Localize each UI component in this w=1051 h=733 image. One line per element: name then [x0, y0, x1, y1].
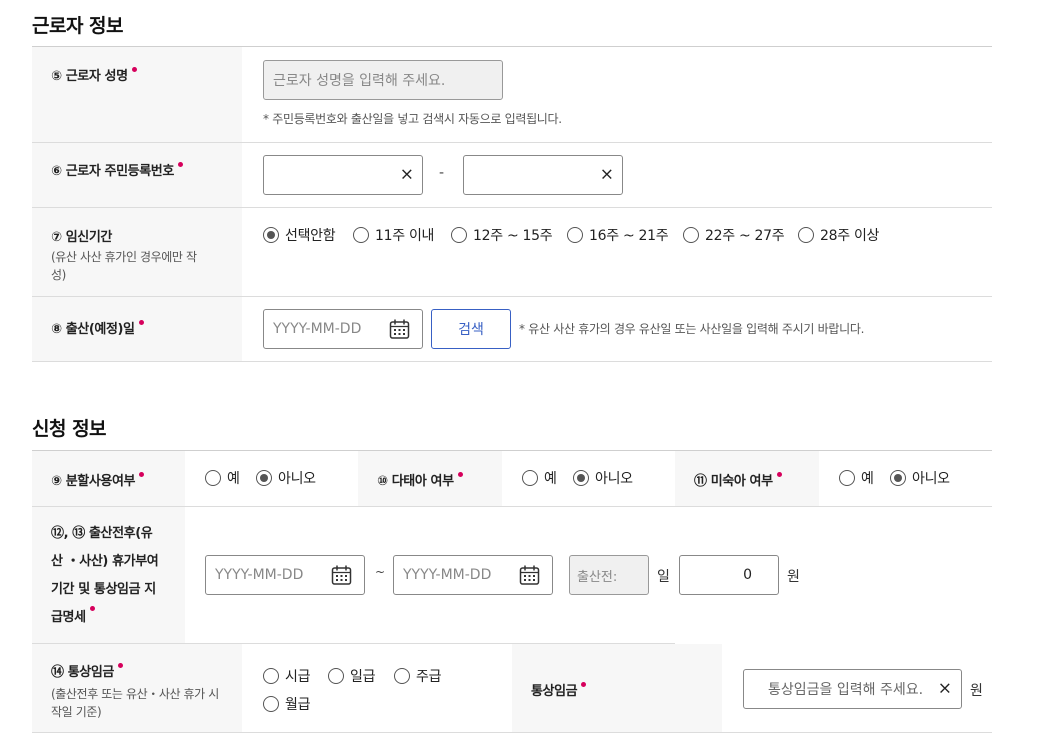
radio-pregnancy-under-11[interactable]: 11주 이내: [353, 225, 434, 245]
leave-period-label: ⑫, ⑬ 출산전후(유 산 ・사산) 휴가부여 기간 및 통상임금 지 급명세: [51, 526, 159, 625]
rrn-front-input[interactable]: ×: [263, 155, 423, 195]
worker-section-title: 근로자 정보: [32, 15, 124, 37]
due-date-input[interactable]: YYYY-MM-DD: [263, 309, 423, 349]
won-unit: 원: [970, 683, 983, 699]
radio-icon: [522, 470, 538, 486]
required-dot-icon: [138, 320, 144, 325]
application-section-title: 신청 정보: [32, 418, 107, 440]
radio-multiple-no[interactable]: 아니오: [573, 468, 633, 488]
worker-name-input[interactable]: 근로자 성명을 입력해 주세요.: [263, 60, 503, 100]
required-dot-icon: [117, 663, 123, 668]
rrn-label: ⑥ 근로자 주민등록번호: [51, 160, 183, 179]
worker-name-note: * 주민등록번호와 출산일을 넣고 검색시 자동으로 입력됩니다.: [263, 112, 562, 126]
rrn-back-input[interactable]: ×: [463, 155, 623, 195]
required-dot-icon: [139, 472, 145, 477]
divider: [32, 361, 992, 362]
leave-wage-amount-input[interactable]: 0: [679, 555, 779, 595]
radio-icon: [451, 227, 467, 243]
radio-icon: [263, 696, 279, 712]
label-cell: [32, 47, 242, 142]
leave-start-date-input[interactable]: YYYY-MM-DD: [205, 555, 365, 595]
required-dot-icon: [581, 682, 587, 687]
radio-wage-hourly[interactable]: 시급: [263, 666, 310, 686]
radio-icon: [353, 227, 369, 243]
ordinary-wage-label: ⑭ 통상임금: [51, 661, 123, 680]
calendar-icon[interactable]: [331, 565, 352, 586]
required-dot-icon: [89, 606, 95, 611]
rrn-separator: -: [439, 165, 445, 181]
radio-pregnancy-28-plus[interactable]: 28주 이상: [798, 225, 879, 245]
close-icon[interactable]: ×: [938, 680, 952, 698]
won-unit: 원: [787, 569, 800, 585]
ordinary-wage-right-label: 통상임금: [531, 680, 587, 699]
pregnancy-period-sublabel: (유산 사산 휴가인 경우에만 작 성): [51, 250, 197, 282]
radio-icon: [567, 227, 583, 243]
radio-pregnancy-22-27[interactable]: 22주 ~ 27주: [683, 225, 785, 245]
radio-icon: [394, 668, 410, 684]
radio-pregnancy-16-21[interactable]: 16주 ~ 21주: [567, 225, 669, 245]
radio-checked-icon: [263, 227, 279, 243]
radio-split-yes[interactable]: 예: [205, 468, 240, 488]
radio-wage-monthly[interactable]: 월급: [263, 694, 310, 714]
radio-checked-icon: [256, 470, 272, 486]
calendar-icon[interactable]: [389, 319, 410, 340]
due-date-note: * 유산 사산 휴가의 경우 유산일 또는 사산일을 입력해 주시기 바랍니다.: [519, 322, 865, 336]
split-use-label: ⑨ 분할사용여부: [51, 470, 145, 489]
radio-multiple-yes[interactable]: 예: [522, 468, 557, 488]
before-birth-days-input: 출산전:: [569, 555, 649, 595]
due-date-label: ⑧ 출산(예정)일: [51, 318, 144, 337]
radio-icon: [798, 227, 814, 243]
radio-wage-weekly[interactable]: 주급: [394, 666, 441, 686]
close-icon[interactable]: ×: [400, 166, 414, 184]
search-button[interactable]: 검색: [431, 309, 511, 349]
radio-premature-yes[interactable]: 예: [839, 468, 874, 488]
multiple-birth-label: ⑩ 다태아 여부: [377, 470, 463, 489]
radio-checked-icon: [890, 470, 906, 486]
radio-icon: [328, 668, 344, 684]
ordinary-wage-sublabel: (출산전후 또는 유산・사산 휴가 시 작일 기준): [51, 687, 219, 719]
radio-pregnancy-none[interactable]: 선택안함: [263, 225, 336, 245]
leave-end-date-input[interactable]: YYYY-MM-DD: [393, 555, 553, 595]
radio-wage-daily[interactable]: 일급: [328, 666, 375, 686]
radio-icon: [263, 668, 279, 684]
required-dot-icon: [131, 67, 137, 72]
radio-icon: [839, 470, 855, 486]
premature-label: ⑪ 미숙아 여부: [694, 470, 782, 489]
required-dot-icon: [776, 472, 782, 477]
radio-icon: [683, 227, 699, 243]
radio-icon: [205, 470, 221, 486]
close-icon[interactable]: ×: [600, 166, 614, 184]
radio-checked-icon: [573, 470, 589, 486]
pregnancy-period-label: ⑦ 임신기간: [51, 230, 112, 245]
ordinary-wage-input[interactable]: 통상임금을 입력해 주세요. ×: [743, 669, 962, 709]
calendar-icon[interactable]: [519, 565, 540, 586]
required-dot-icon: [177, 162, 183, 167]
required-dot-icon: [457, 472, 463, 477]
worker-name-label: ⑤ 근로자 성명: [51, 65, 137, 84]
date-range-tilde: ~: [375, 565, 386, 579]
radio-pregnancy-12-15[interactable]: 12주 ~ 15주: [451, 225, 553, 245]
day-unit: 일: [657, 569, 670, 585]
radio-premature-no[interactable]: 아니오: [890, 468, 950, 488]
radio-split-no[interactable]: 아니오: [256, 468, 316, 488]
